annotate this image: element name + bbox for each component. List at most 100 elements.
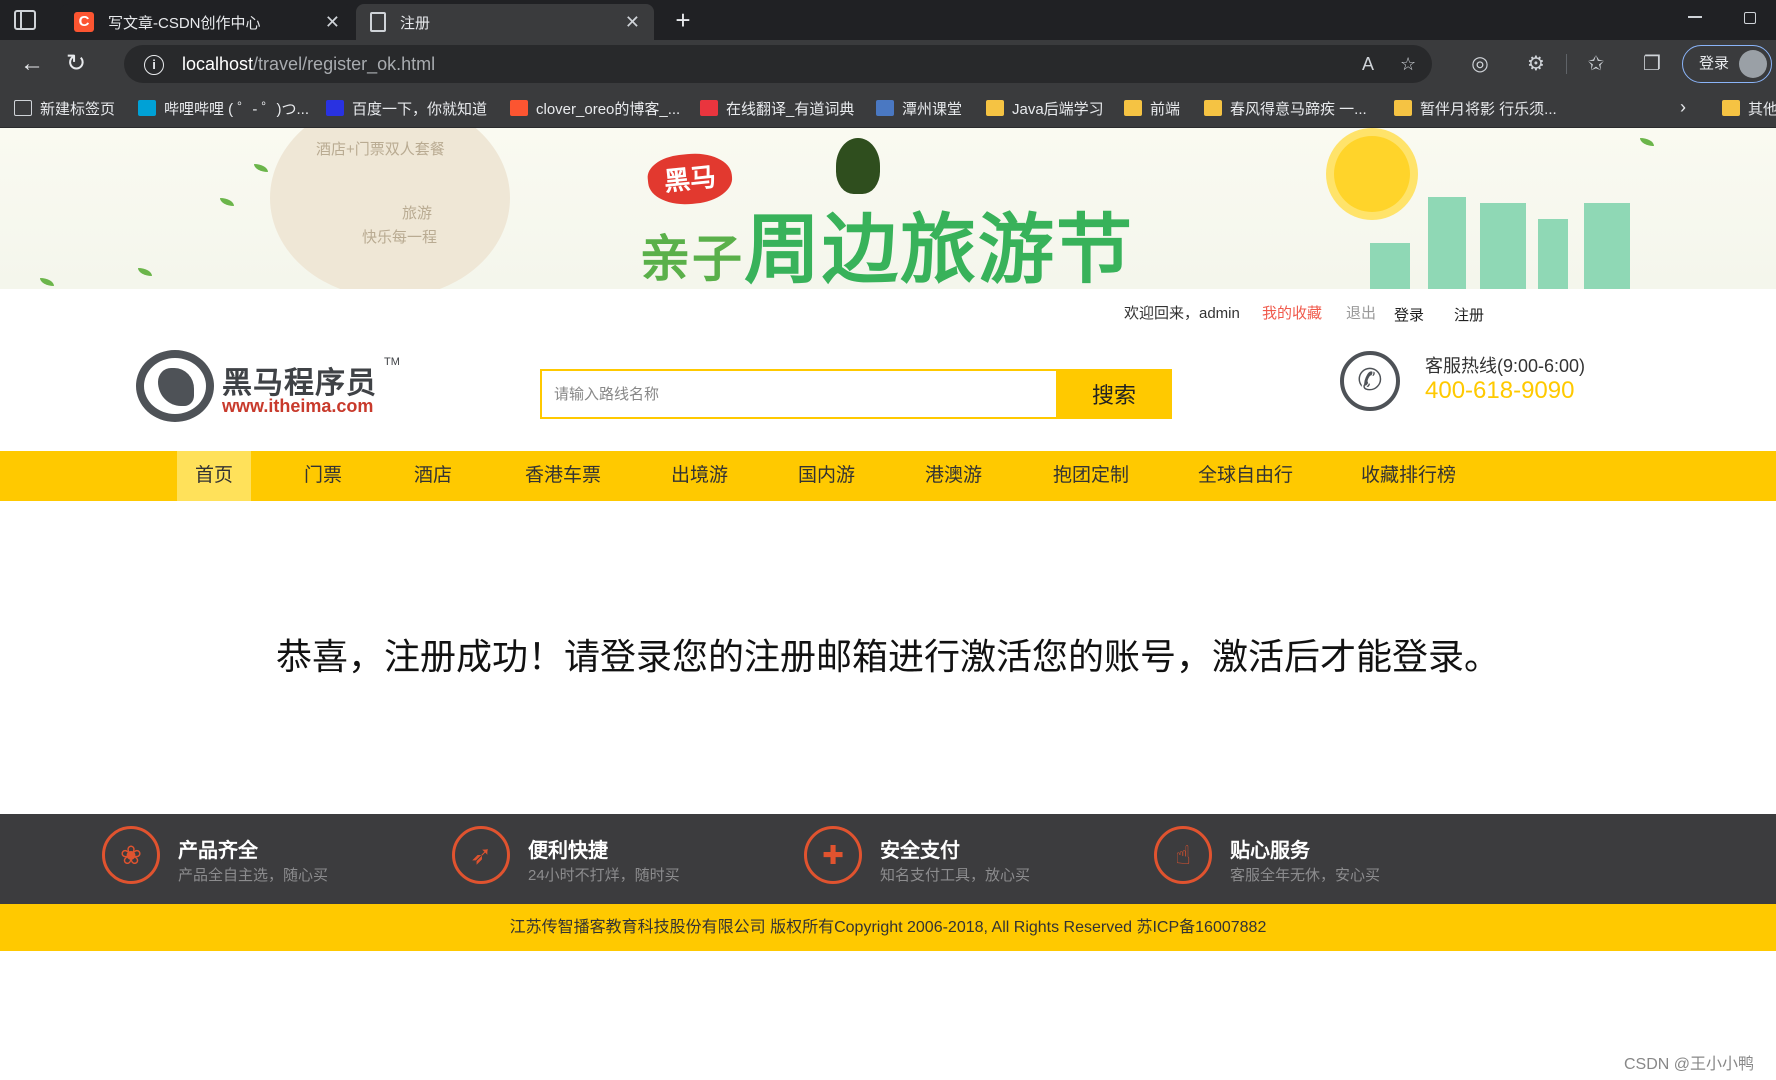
extensions-icon[interactable]: ⚙: [1524, 52, 1548, 76]
register-link[interactable]: 注册: [1454, 304, 1484, 325]
tab-title: 写文章-CSDN创作中心: [108, 14, 261, 32]
nav-item-global-free[interactable]: 全球自由行: [1180, 451, 1311, 501]
favorite-star-icon[interactable]: ☆: [1400, 54, 1416, 75]
route-search-input[interactable]: [540, 369, 1056, 419]
profile-login-button[interactable]: 登录: [1682, 45, 1772, 83]
bookmark-item[interactable]: 潭州课堂: [876, 97, 962, 119]
feature-subtitle: 24小时不打烊，随时买: [528, 867, 680, 884]
search-button[interactable]: 搜索: [1056, 369, 1172, 419]
bookmark-folder-other[interactable]: 其他: [1722, 97, 1776, 119]
building-illustration: [1584, 203, 1630, 289]
csdn-logo-icon: C: [74, 12, 94, 32]
bookmark-folder[interactable]: 前端: [1124, 97, 1180, 119]
hotline-number: 400-618-9090: [1425, 377, 1575, 404]
horse-logo-icon: [136, 350, 214, 422]
shield-icon: ✚: [804, 826, 862, 884]
restore-icon[interactable]: [1744, 12, 1756, 24]
bookmark-folder[interactable]: Java后端学习: [986, 97, 1104, 119]
welcome-text: 欢迎回来，admin: [1124, 305, 1240, 322]
banner-headline: 亲子周边旅游节: [640, 205, 1134, 289]
nav-item-domestic[interactable]: 国内游: [780, 451, 873, 501]
leaf-decoration: [1640, 138, 1654, 146]
address-bar[interactable]: i localhost/travel/register_ok.html A ☆: [124, 45, 1432, 83]
bookmark-folder[interactable]: 暂伴月将影 行乐须...: [1394, 97, 1557, 119]
url-text[interactable]: localhost/travel/register_ok.html: [182, 54, 435, 75]
nav-item-hk-bus[interactable]: 香港车票: [507, 451, 619, 501]
back-arrow-icon[interactable]: ←: [18, 50, 46, 78]
nav-item-home[interactable]: 首页: [177, 451, 252, 501]
login-link[interactable]: 登录: [1394, 304, 1424, 325]
bookmark-item[interactable]: 哔哩哔哩 ( ゜- ゜)つ...: [138, 97, 309, 119]
my-favorites-link[interactable]: 我的收藏: [1262, 302, 1322, 323]
banner-cloud-text: 旅游: [402, 205, 433, 222]
browser-toolbar: ← ↻ i localhost/travel/register_ok.html …: [0, 40, 1776, 88]
leaf-decoration: [40, 278, 54, 286]
csdn-icon: [510, 100, 528, 116]
sun-illustration: [1334, 136, 1410, 212]
read-aloud-icon[interactable]: A: [1362, 54, 1374, 75]
page-icon: [14, 100, 32, 116]
feature-subtitle: 产品全自主选，随心买: [178, 867, 329, 884]
bird-illustration: [836, 138, 880, 194]
folder-icon: [986, 100, 1004, 116]
feature-subtitle: 知名支付工具，放心买: [880, 867, 1031, 884]
logo-trademark: TM: [384, 356, 400, 368]
building-illustration: [1538, 219, 1568, 289]
toolbar-divider: [1566, 54, 1567, 74]
hotline-label: 客服热线(9:00-6:00): [1425, 356, 1586, 376]
bilibili-icon: [138, 100, 156, 116]
feature-title: 贴心服务: [1230, 840, 1310, 862]
site-info-icon[interactable]: i: [144, 55, 164, 75]
nav-item-hk-macau[interactable]: 港澳游: [907, 451, 1000, 501]
registration-success-message: 恭喜，注册成功！请登录您的注册邮箱进行激活您的账号，激活后才能登录。: [275, 636, 1500, 677]
promo-banner[interactable]: 酒店+门票双人套餐 旅游 快乐每一程 黑马 亲子周边旅游节: [0, 128, 1776, 289]
close-icon[interactable]: ✕: [325, 12, 340, 33]
copyright-footer: 江苏传智播客教育科技股份有限公司 版权所有Copyright 2006-2018…: [0, 904, 1776, 951]
nav-item-outbound[interactable]: 出境游: [653, 451, 746, 501]
bookmark-item[interactable]: 百度一下，你就知道: [326, 97, 487, 119]
feature-subtitle: 客服全年无休，安心买: [1230, 867, 1381, 884]
grid-icon: ❀: [102, 826, 160, 884]
nav-item-group-custom[interactable]: 抱团定制: [1035, 451, 1147, 501]
leaf-decoration: [138, 268, 152, 276]
folder-icon: [1204, 100, 1222, 116]
chevron-right-icon[interactable]: ›: [1680, 97, 1686, 118]
minimize-icon[interactable]: [1688, 16, 1702, 18]
feature-title: 产品齐全: [178, 840, 258, 862]
feature-title: 便利快捷: [528, 840, 608, 862]
tab-register[interactable]: 注册 ✕: [356, 4, 654, 40]
leaf-decoration: [220, 198, 234, 206]
refresh-icon[interactable]: ↻: [62, 50, 90, 78]
bookmark-item[interactable]: 在线翻译_有道词典: [700, 97, 854, 119]
collections-icon[interactable]: ❐: [1640, 52, 1664, 76]
tab-actions-icon[interactable]: [14, 10, 36, 30]
folder-icon: [1394, 100, 1412, 116]
nav-item-tickets[interactable]: 门票: [286, 451, 360, 501]
feature-strip: ❀ 产品齐全 产品全自主选，随心买 ➶ 便利快捷 24小时不打烊，随时买 ✚ 安…: [0, 814, 1776, 904]
favorites-icon[interactable]: ✩: [1584, 52, 1608, 76]
new-tab-button[interactable]: +: [666, 4, 700, 36]
phone-icon: ✆: [1340, 351, 1400, 411]
banner-cloud-text: 酒店+门票双人套餐: [316, 141, 445, 158]
youdao-icon: [700, 100, 718, 116]
baidu-icon: [326, 100, 344, 116]
document-icon: [370, 12, 386, 32]
bookmarks-bar: 新建标签页 哔哩哔哩 ( ゜- ゜)つ... 百度一下，你就知道 clover_…: [0, 88, 1776, 128]
tab-csdn[interactable]: C 写文章-CSDN创作中心 ✕: [60, 4, 354, 40]
rocket-icon: ➶: [452, 826, 510, 884]
bookmark-folder[interactable]: 春风得意马蹄疾 一...: [1204, 97, 1367, 119]
site-logo[interactable]: 黑马程序员 TM www.itheima.com: [136, 346, 412, 426]
bookmark-item[interactable]: clover_oreo的博客_...: [510, 97, 680, 119]
browser-essentials-icon[interactable]: ◎: [1468, 52, 1492, 76]
logo-url: www.itheima.com: [222, 396, 374, 416]
tab-title: 注册: [400, 14, 431, 32]
nav-item-favorite-ranking[interactable]: 收藏排行榜: [1343, 451, 1474, 501]
bookmark-item[interactable]: 新建标签页: [14, 97, 115, 119]
logout-link[interactable]: 退出: [1346, 302, 1376, 323]
folder-icon: [1124, 100, 1142, 116]
nav-item-hotel[interactable]: 酒店: [396, 451, 470, 501]
feature-title: 安全支付: [880, 840, 960, 862]
building-illustration: [1428, 197, 1466, 289]
leaf-decoration: [254, 164, 268, 172]
close-icon[interactable]: ✕: [625, 12, 640, 33]
